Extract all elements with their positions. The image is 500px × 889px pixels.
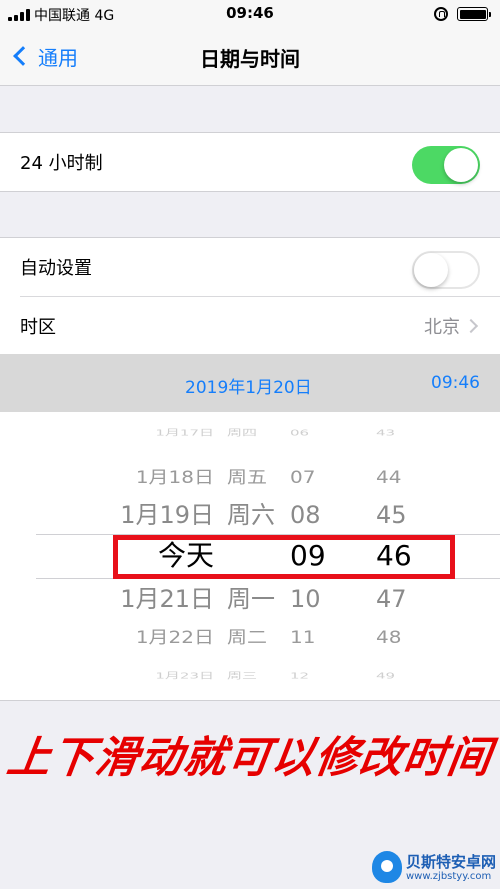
picker-row[interactable]: 1月23日 周三 12 49 [0,666,500,687]
selected-date: 2019年1月20日 [185,378,312,398]
picker-row[interactable]: 1月22日 周二 11 48 [0,621,500,653]
watermark-name: 贝斯特安卓网 [406,853,497,871]
auto-set-row: 自动设置 [0,238,500,296]
picker-date-cell: 1月22日 [135,626,214,648]
picker-row[interactable]: 1月18日 周五 07 44 [0,461,500,493]
watermark-logo-icon [372,851,402,883]
highlight-box [113,535,455,579]
picker-hour-cell: 06 [290,428,310,438]
picker-minute-cell: 45 [376,501,407,529]
hour24-group: 24 小时制 [0,132,500,192]
battery-icon [457,7,491,21]
instruction-caption: 上下滑动就可以修改时间 [3,733,495,783]
picker-date-cell: 1月19日 [120,501,214,529]
picker-hour-cell: 12 [290,671,310,681]
picker-hour-cell: 07 [290,466,316,488]
hour24-row: 24 小时制 [0,133,500,191]
status-bar: 中国联通 4G 09:46 [0,0,500,28]
chevron-right-icon [463,318,479,334]
picker-hour-cell: 11 [290,626,316,648]
page-title: 日期与时间 [200,47,300,71]
picker-hour-cell: 08 [290,501,321,529]
status-time: 09:46 [226,4,274,22]
picker-row[interactable]: 1月17日 周四 06 43 [0,423,500,444]
timezone-value: 北京 [424,316,460,338]
bottom-area: 上下滑动就可以修改时间 贝斯特安卓网 www.zjbstyy.com [0,700,500,889]
picker-minute-cell: 49 [376,671,396,681]
picker-date-cell: 1月21日 [120,585,214,613]
selected-time: 09:46 [431,373,480,393]
watermark: 贝斯特安卓网 www.zjbstyy.com [368,849,498,887]
timezone-label: 时区 [20,316,56,338]
date-time-row[interactable]: 2019年1月20日 09:46 [0,354,500,412]
picker-minute-cell: 43 [376,428,396,438]
picker-minute-cell: 47 [376,585,407,613]
picker-date-cell: 1月18日 [135,466,214,488]
picker-date-cell: 1月17日 [155,428,214,438]
picker-weekday-cell: 周六 [227,501,275,529]
toggle-knob [444,148,478,182]
picker-minute-cell: 48 [376,626,402,648]
picker-weekday-cell: 周四 [227,428,258,438]
picker-weekday-cell: 周五 [227,466,267,488]
picker-weekday-cell: 周一 [227,585,275,613]
picker-date-cell: 1月23日 [155,671,214,681]
picker-weekday-cell: 周三 [227,671,258,681]
auto-set-toggle[interactable] [412,251,480,289]
auto-group: 自动设置 时区 北京 [0,237,500,354]
timezone-row[interactable]: 时区 北京 [20,296,500,354]
nav-bar: 通用 日期与时间 [0,28,500,86]
picker-row[interactable]: 1月19日 周六 08 45 [0,496,500,534]
orientation-lock-icon [434,7,448,21]
date-time-picker[interactable]: 1月23日 周三 12 49 1月22日 周二 11 48 1月21日 周一 10 47 今天 09 46 1… [0,412,500,700]
hour24-toggle[interactable] [412,146,480,184]
picker-weekday-cell: 周二 [227,626,267,648]
hour24-label: 24 小时制 [20,153,103,174]
picker-row[interactable]: 1月21日 周一 10 47 [0,580,500,618]
watermark-url: www.zjbstyy.com [406,871,492,882]
auto-set-label: 自动设置 [20,258,92,279]
picker-minute-cell: 44 [376,466,402,488]
picker-hour-cell: 10 [290,585,321,613]
toggle-knob [414,253,448,287]
